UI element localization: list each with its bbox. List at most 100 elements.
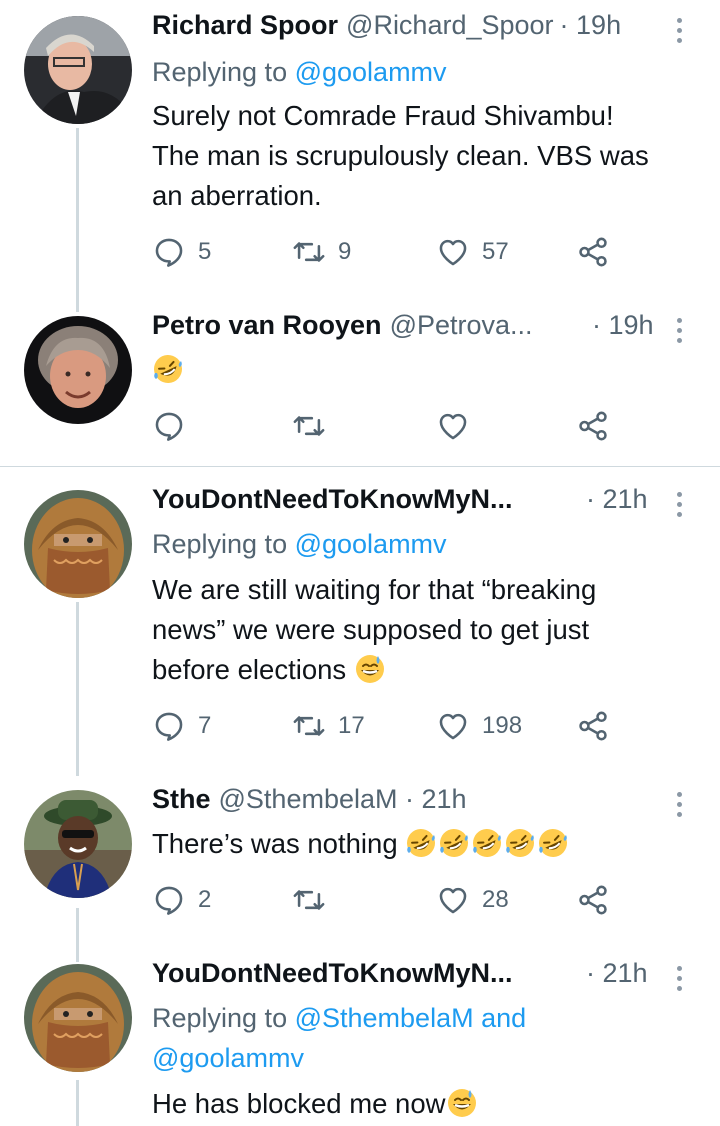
like-button[interactable]: 28	[436, 880, 509, 920]
more-icon[interactable]	[666, 492, 692, 522]
avatar[interactable]	[24, 964, 132, 1072]
avatar[interactable]	[24, 490, 132, 598]
replying-to-and: and	[473, 1003, 527, 1033]
tweet-actions: 7 17 198	[152, 706, 692, 746]
tweet-actions	[152, 406, 692, 446]
replying-to-link[interactable]: @SthembelaM	[295, 1003, 474, 1033]
replying-to-label: Replying to	[152, 1003, 295, 1033]
tweet-text-line: We are still waiting for that “breaking	[152, 574, 597, 605]
tweet-header: YouDontNeedToKnowMyN...	[152, 958, 512, 998]
more-icon[interactable]	[666, 18, 692, 48]
tweet-text-line: news” we were supposed to get just	[152, 614, 590, 645]
reply-icon	[155, 412, 183, 441]
tweet-actions: 2 28	[152, 880, 692, 920]
like-icon	[439, 413, 467, 440]
share-icon	[579, 885, 607, 915]
timestamp[interactable]: · 21h	[586, 958, 648, 989]
timestamp[interactable]: · 19h	[592, 310, 654, 341]
rofl-emoji	[407, 829, 436, 857]
tweet-header: Sthe @SthembelaM · 21h	[152, 784, 467, 824]
tweet-sthe[interactable]: Sthe @SthembelaM · 21h There’s was nothi…	[0, 784, 720, 944]
tweet-text-line: before elections	[152, 650, 692, 690]
retweet-icon	[293, 716, 325, 736]
like-icon	[439, 713, 467, 740]
replying-to-link[interactable]: @goolammv	[295, 529, 447, 559]
replying-to-link[interactable]: @goolammv	[295, 57, 447, 87]
reply-icon	[155, 238, 183, 267]
replying-to: Replying to @goolammv	[152, 524, 447, 564]
tweet-text	[152, 350, 692, 390]
reply-count: 2	[198, 886, 212, 913]
conversation-divider	[0, 466, 720, 467]
emoji-row	[405, 828, 570, 859]
retweet-icon	[293, 416, 325, 436]
display-name[interactable]: Petro van Rooyen	[152, 310, 382, 341]
rofl-emoji	[473, 829, 502, 857]
user-handle[interactable]: @SthembelaM · 21h	[219, 784, 467, 815]
user-handle[interactable]: @Richard_Spoor	[346, 10, 554, 41]
reply-button[interactable]: 2	[152, 880, 211, 920]
like-button[interactable]: 198	[436, 706, 522, 746]
more-icon[interactable]	[666, 966, 692, 996]
share-button[interactable]	[576, 406, 610, 446]
rofl-emoji	[440, 829, 469, 857]
retweet-button[interactable]: 17	[292, 706, 365, 746]
reply-icon	[155, 712, 183, 741]
replying-to: Replying to @goolammv	[152, 52, 447, 92]
replying-to: Replying to @SthembelaM and @goolammv	[152, 998, 526, 1078]
reply-button[interactable]: 5	[152, 232, 211, 272]
like-icon	[439, 239, 467, 266]
like-button[interactable]: 57	[436, 232, 509, 272]
tweet-text-content: There’s was nothing	[152, 828, 398, 859]
user-handle[interactable]: @Petrova...	[390, 310, 533, 341]
share-icon	[579, 411, 607, 441]
reply-button[interactable]	[152, 406, 186, 446]
reply-button[interactable]: 7	[152, 706, 211, 746]
tweet-text: There’s was nothing	[152, 824, 692, 864]
avatar[interactable]	[24, 16, 132, 124]
retweet-count: 9	[338, 238, 352, 265]
tweet-text-content: He has blocked me now	[152, 1088, 446, 1119]
rofl-emoji	[506, 829, 535, 857]
replying-to-label: Replying to	[152, 529, 295, 559]
display-name[interactable]: Sthe	[152, 784, 211, 815]
retweet-icon	[293, 890, 325, 910]
avatar[interactable]	[24, 790, 132, 898]
avatar[interactable]	[24, 316, 132, 424]
display-name[interactable]: YouDontNeedToKnowMyN...	[152, 484, 512, 515]
rofl-emoji	[539, 829, 568, 857]
more-icon[interactable]	[666, 792, 692, 822]
retweet-button[interactable]: 9	[292, 232, 351, 272]
share-button[interactable]	[576, 880, 610, 920]
grinning-face-with-sweat-emoji	[447, 1089, 476, 1117]
rofl-emoji	[154, 355, 182, 383]
replying-to-label: Replying to	[152, 57, 295, 87]
share-button[interactable]	[576, 706, 610, 746]
display-name[interactable]: YouDontNeedToKnowMyN...	[152, 958, 512, 989]
like-count: 198	[482, 712, 523, 739]
tweet-header: Richard Spoor @Richard_Spoor · 19h	[152, 10, 621, 50]
share-icon	[579, 237, 607, 267]
tweet-text: He has blocked me now	[152, 1084, 692, 1124]
retweet-button[interactable]	[292, 406, 326, 446]
tweet-text-line: Surely not Comrade Fraud Shivambu!	[152, 100, 614, 131]
reply-count: 5	[198, 238, 212, 265]
replying-to-link-2[interactable]: @goolammv	[152, 1043, 304, 1073]
share-button[interactable]	[576, 232, 610, 272]
tweet-actions: 5 9 57	[152, 232, 692, 272]
display-name[interactable]: Richard Spoor	[152, 10, 338, 41]
reply-icon	[155, 886, 183, 915]
like-count: 28	[482, 886, 509, 913]
tweet-text-line: an aberration.	[152, 180, 322, 211]
more-icon[interactable]	[666, 318, 692, 348]
tweet-header: YouDontNeedToKnowMyN...	[152, 484, 512, 524]
timestamp[interactable]: · 21h	[586, 484, 648, 515]
timestamp[interactable]: · 19h	[560, 10, 622, 41]
tweet-youdontneedtoknowmyname-2[interactable]: YouDontNeedToKnowMyN... · 21h Replying t…	[0, 958, 720, 1126]
tweet-petro-van-rooyen[interactable]: Petro van Rooyen @Petrova... · 19h	[0, 310, 720, 460]
tweet-youdontneedtoknowmyname[interactable]: YouDontNeedToKnowMyN... · 21h Replying t…	[0, 484, 720, 764]
retweet-button[interactable]	[292, 880, 326, 920]
tweet-richard-spoor[interactable]: Richard Spoor @Richard_Spoor · 19h Reply…	[0, 10, 720, 280]
like-button[interactable]	[436, 406, 470, 446]
tweet-header: Petro van Rooyen @Petrova...	[152, 310, 533, 350]
